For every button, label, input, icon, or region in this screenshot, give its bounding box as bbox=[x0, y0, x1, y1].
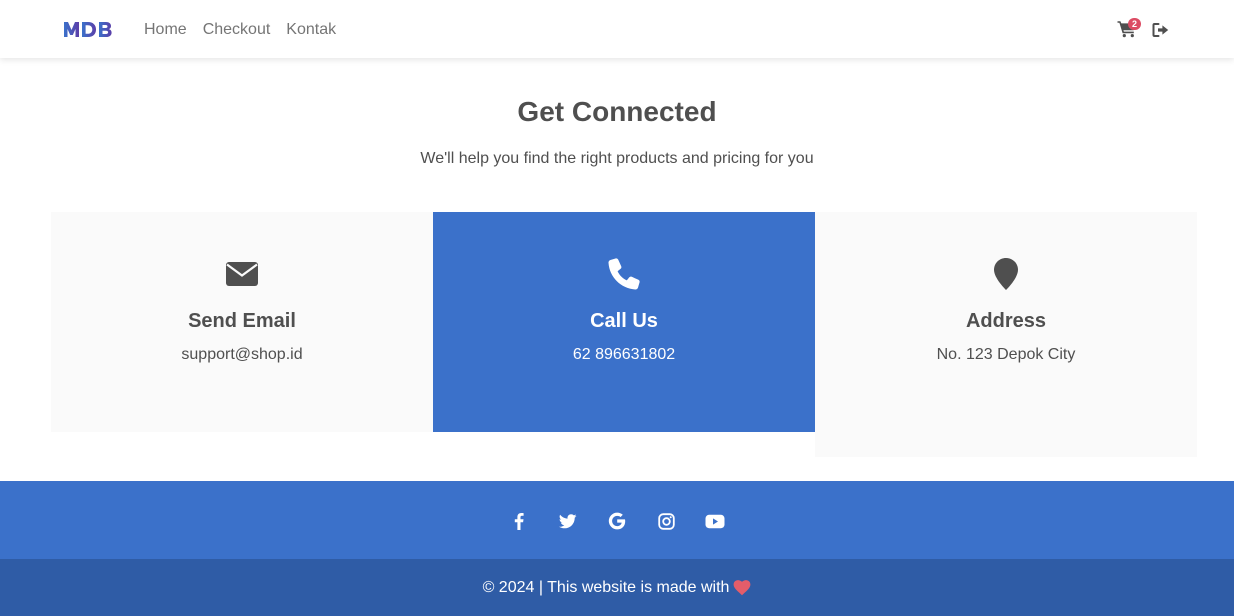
map-marker-icon bbox=[815, 256, 1197, 292]
contact-card-email: Send Email support@shop.id bbox=[51, 212, 433, 432]
contact-card-call: Call Us 62 896631802 bbox=[433, 212, 815, 432]
footer-copyright: © 2024 | This website is made with bbox=[0, 559, 1234, 616]
logout-button[interactable] bbox=[1152, 22, 1170, 38]
logout-icon bbox=[1152, 23, 1169, 37]
facebook-icon[interactable] bbox=[509, 511, 529, 531]
nav-link-kontak[interactable]: Kontak bbox=[286, 20, 336, 40]
contact-address-value: No. 123 Depok City bbox=[936, 346, 1076, 363]
brand-logo-graphic bbox=[64, 22, 112, 37]
nav-link-home[interactable]: Home bbox=[144, 20, 187, 40]
cart-count-badge: 2 bbox=[1128, 18, 1141, 30]
contact-card-title: Send Email bbox=[188, 310, 296, 332]
phone-icon bbox=[433, 256, 815, 292]
heart-icon bbox=[733, 579, 751, 596]
contact-phone-value: 62 896631802 bbox=[572, 346, 676, 363]
google-icon[interactable] bbox=[607, 511, 627, 531]
twitter-icon[interactable] bbox=[558, 511, 578, 531]
page-title: Get Connected bbox=[517, 96, 717, 127]
nav-links: Home Checkout Kontak bbox=[144, 20, 352, 40]
nav-actions: 2 bbox=[1117, 17, 1172, 43]
envelope-icon bbox=[51, 256, 433, 292]
youtube-icon[interactable] bbox=[705, 511, 725, 531]
contact-card-title: Call Us bbox=[590, 310, 658, 332]
brand-logo[interactable] bbox=[63, 19, 115, 39]
contact-card-title: Address bbox=[965, 310, 1047, 332]
cart-button[interactable]: 2 bbox=[1117, 18, 1141, 40]
navbar: Home Checkout Kontak 2 bbox=[0, 0, 1234, 58]
footer-social-bar bbox=[0, 481, 1234, 559]
contact-email-value: support@shop.id bbox=[181, 346, 303, 363]
social-links bbox=[0, 510, 1234, 532]
contact-card-address: Address No. 123 Depok City bbox=[815, 212, 1197, 457]
copyright-text: © 2024 | This website is made with bbox=[482, 578, 730, 596]
nav-link-checkout[interactable]: Checkout bbox=[203, 20, 271, 40]
page-subtitle: We'll help you find the right products a… bbox=[420, 150, 814, 167]
instagram-icon[interactable] bbox=[656, 511, 676, 531]
